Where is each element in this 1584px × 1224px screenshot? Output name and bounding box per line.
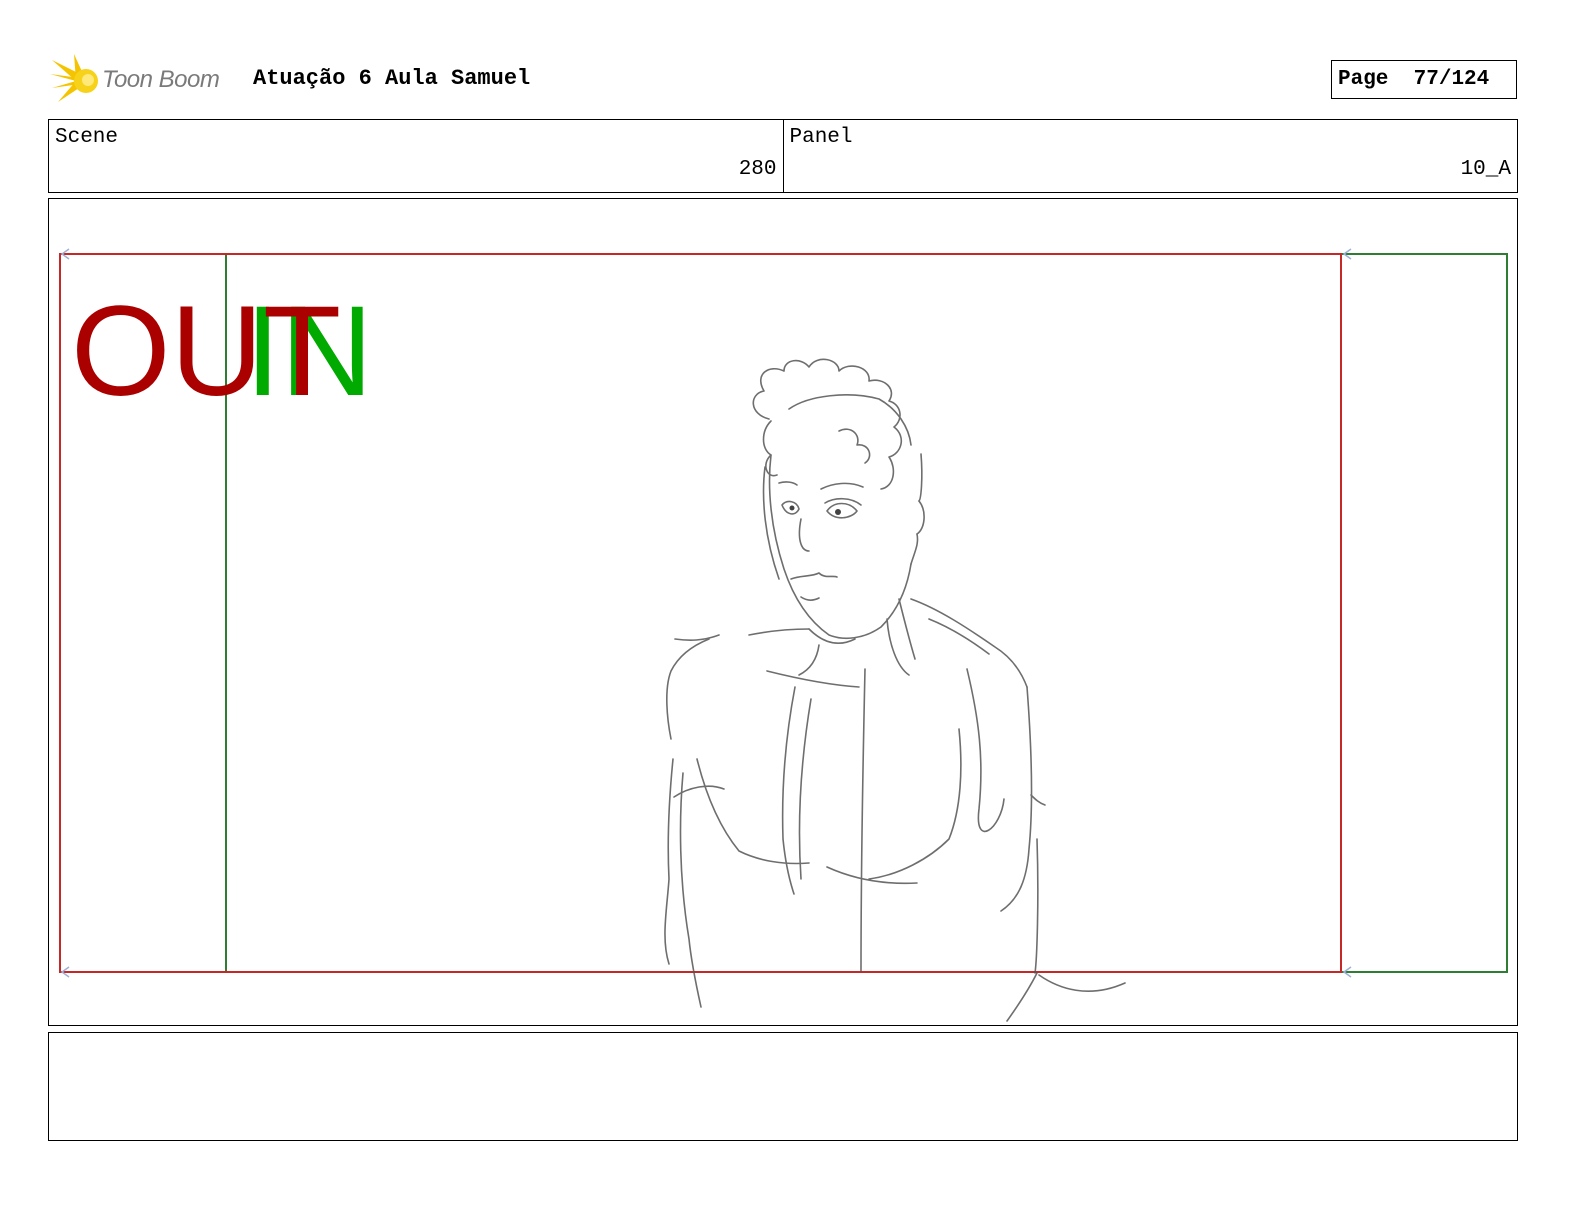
page-label: Page	[1338, 68, 1389, 91]
scene-cell: Scene 280	[49, 120, 783, 192]
toon-boom-logo: Toon Boom	[50, 54, 240, 108]
character-sketch	[664, 358, 1126, 1022]
logo-star-icon	[50, 54, 98, 102]
panel-notes-box	[48, 1032, 1518, 1141]
project-title: Atuação 6 Aula Samuel	[253, 66, 531, 91]
panel-image-frame: IN OUT	[48, 198, 1518, 1026]
panel-drawing: IN OUT	[59, 248, 1508, 1022]
panel-value: 10_A	[1460, 158, 1511, 181]
scene-label: Scene	[55, 126, 119, 149]
logo-text: Toon Boom	[102, 66, 220, 93]
panel-cell: Panel 10_A	[782, 120, 1518, 192]
scene-panel-info: Scene 280 Panel 10_A	[48, 119, 1518, 193]
panel-label: Panel	[789, 126, 853, 149]
in-camera-frame	[225, 253, 1508, 973]
scene-value: 280	[738, 158, 777, 181]
page-number: 77/124	[1413, 68, 1490, 91]
out-label: OUT	[71, 280, 341, 423]
page-indicator: Page 77/124	[1331, 60, 1517, 99]
